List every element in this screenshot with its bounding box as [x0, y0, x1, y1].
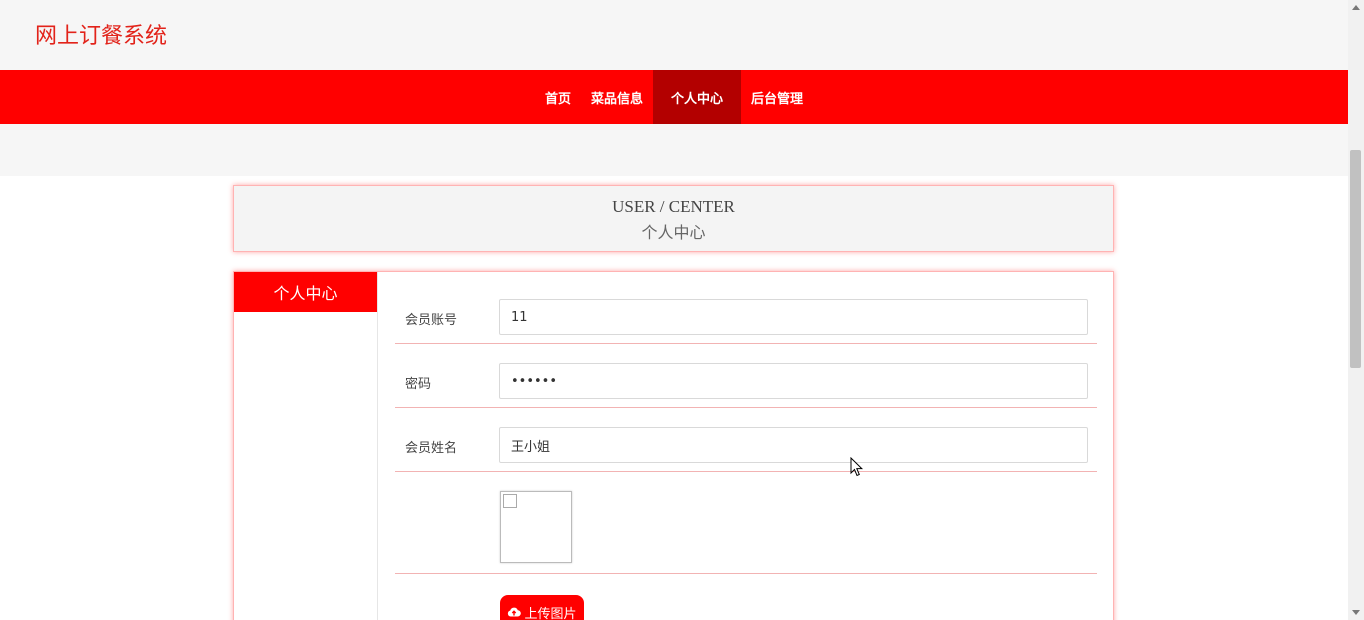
upload-image-button[interactable]: 上传图片	[500, 595, 584, 620]
scroll-thumb[interactable]	[1350, 150, 1361, 368]
section-header: USER / CENTER 个人中心	[233, 185, 1114, 252]
name-input[interactable]	[499, 427, 1088, 463]
top-bar: 网上订餐系统	[0, 0, 1348, 70]
mouse-pointer-icon	[850, 457, 864, 477]
name-label: 会员姓名	[405, 441, 458, 456]
nav-user-center[interactable]: 个人中心	[653, 70, 742, 124]
scroll-down-icon[interactable]	[1352, 610, 1360, 615]
section-title-en: USER / CENTER	[612, 197, 735, 216]
password-label: 密码	[405, 377, 432, 392]
upload-image-label: 上传图片	[524, 606, 577, 620]
broken-image-icon	[503, 494, 517, 508]
nav-dishes[interactable]: 菜品信息	[581, 70, 653, 124]
nav-home[interactable]: 首页	[535, 70, 581, 124]
page: 网上订餐系统 首页 菜品信息 个人中心 后台管理 USER / CENTER 个…	[0, 0, 1348, 620]
main-nav: 首页 菜品信息 个人中心 后台管理	[0, 70, 1348, 124]
form-row-account: 会员账号	[395, 272, 1097, 344]
account-label: 会员账号	[405, 313, 458, 328]
nav-admin[interactable]: 后台管理	[741, 70, 813, 124]
banner-spacer	[0, 124, 1348, 176]
form-row-password: 密码	[395, 344, 1097, 408]
sidebar: 个人中心	[234, 272, 378, 620]
sidebar-title[interactable]: 个人中心	[234, 272, 377, 312]
vertical-scrollbar[interactable]	[1348, 0, 1364, 620]
password-input[interactable]	[499, 363, 1088, 399]
account-input[interactable]	[499, 299, 1088, 335]
scroll-up-icon[interactable]	[1352, 5, 1360, 10]
cloud-upload-icon	[508, 607, 522, 617]
avatar-image	[500, 491, 572, 563]
site-title: 网上订餐系统	[35, 24, 168, 49]
section-title-cn: 个人中心	[641, 223, 706, 242]
form-row-name: 会员姓名	[395, 408, 1097, 472]
user-center-panel: 个人中心 会员账号 密码 会员姓名 上传图片	[233, 271, 1114, 620]
